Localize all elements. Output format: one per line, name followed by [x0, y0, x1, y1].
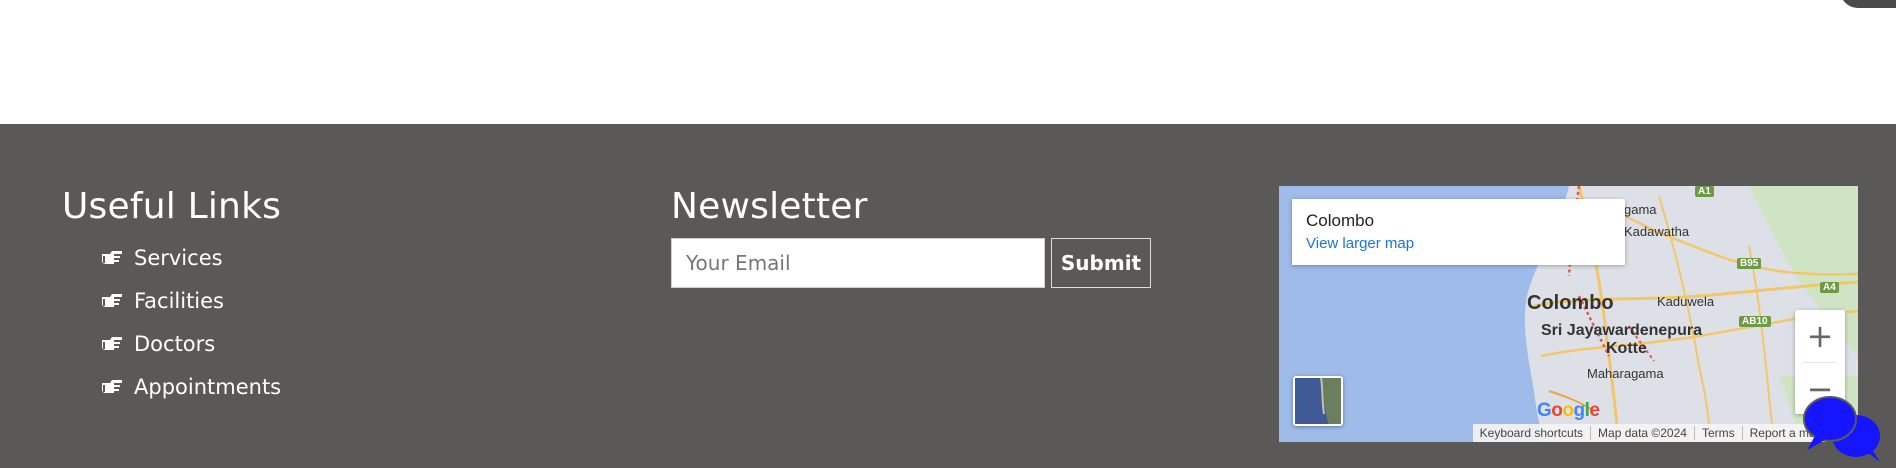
pointing-hand-icon [102, 250, 122, 264]
map-label-gama: gama [1624, 202, 1657, 217]
road-badge-ab10: AB10 [1739, 316, 1771, 327]
submit-button[interactable]: Submit [1051, 238, 1151, 288]
useful-links-heading: Useful Links [62, 186, 282, 227]
corner-widget[interactable] [1840, 0, 1896, 8]
keyboard-shortcuts-link[interactable]: Keyboard shortcuts [1473, 426, 1590, 440]
map-label-kotte: Kotte [1606, 340, 1647, 357]
map-label-kadawatha: Kadawatha [1624, 224, 1690, 239]
link-services[interactable]: Services [134, 246, 223, 270]
road-badge-b95: B95 [1737, 258, 1762, 269]
email-field[interactable] [671, 238, 1045, 288]
map-attribution-bar: Keyboard shortcuts Map data ©2024 Terms … [1472, 424, 1858, 442]
list-item: Facilities [100, 279, 281, 322]
link-appointments[interactable]: Appointments [134, 375, 281, 399]
useful-links-list: Services Facilities Doctors Appointments [100, 236, 281, 408]
google-logo: Google [1537, 400, 1600, 421]
map-label-maharagama: Maharagama [1587, 366, 1664, 381]
link-facilities[interactable]: Facilities [134, 289, 224, 313]
terms-link[interactable]: Terms [1693, 426, 1742, 440]
road-badge-a4: A4 [1820, 282, 1839, 293]
chat-widget-icon[interactable] [1803, 394, 1883, 464]
road-badge-a1: A1 [1695, 186, 1714, 197]
list-item: Appointments [100, 365, 281, 408]
pointing-hand-icon [102, 336, 122, 350]
newsletter-heading: Newsletter [671, 186, 868, 227]
satellite-thumbnail-icon [1295, 378, 1341, 424]
embedded-map[interactable]: gama Kadawatha Colombo Kaduwela Sri Jaya… [1279, 186, 1858, 442]
map-label-sri-jayawardenepura: Sri Jayawardenepura [1541, 322, 1702, 339]
zoom-in-button[interactable]: + [1795, 310, 1845, 362]
site-footer: Useful Links Services Facilities Doctors… [0, 124, 1896, 468]
link-doctors[interactable]: Doctors [134, 332, 215, 356]
satellite-layer-toggle[interactable] [1293, 376, 1343, 426]
list-item: Services [100, 236, 281, 279]
map-place-title: Colombo [1306, 211, 1375, 230]
map-label-colombo: Colombo [1527, 292, 1614, 314]
map-info-card: Colombo View larger map [1292, 199, 1625, 265]
pointing-hand-icon [102, 293, 122, 307]
list-item: Doctors [100, 322, 281, 365]
view-larger-map-link[interactable]: View larger map [1306, 235, 1611, 252]
pointing-hand-icon [102, 379, 122, 393]
map-data-text: Map data ©2024 [1590, 426, 1694, 440]
map-label-kaduwela: Kaduwela [1657, 294, 1715, 309]
page-top-blank [0, 0, 1896, 124]
